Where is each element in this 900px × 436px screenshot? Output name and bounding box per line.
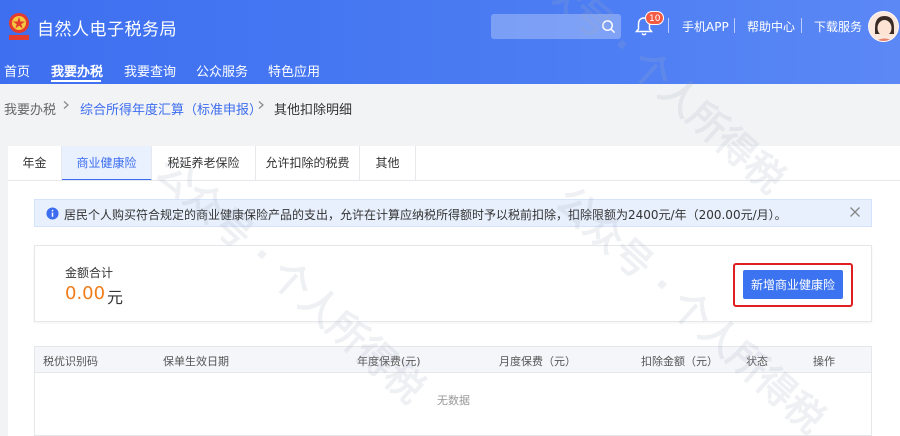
tab-pension-insurance[interactable]: 税延养老保险 xyxy=(152,146,256,181)
nav-active-indicator xyxy=(51,80,101,82)
tab-deductible-taxes[interactable]: 允许扣除的税费 xyxy=(256,146,360,181)
empty-state-text: 无数据 xyxy=(437,394,470,407)
tab-annuity[interactable]: 年金 xyxy=(8,146,62,181)
info-icon xyxy=(46,207,59,220)
nav-home[interactable]: 首页 xyxy=(4,61,30,80)
breadcrumb-item[interactable]: 我要办税 xyxy=(4,99,56,118)
add-health-insurance-button[interactable]: 新增商业健康险 xyxy=(743,270,843,299)
total-unit: 元 xyxy=(107,288,124,307)
search-input[interactable] xyxy=(491,14,621,39)
notice-text: 居民个人购买符合规定的商业健康保险产品的支出，允许在计算应纳税所得额时予以税前扣… xyxy=(64,208,787,222)
search-icon[interactable] xyxy=(601,19,616,34)
mobile-app-link[interactable]: 手机APP xyxy=(682,18,729,35)
breadcrumb-current: 其他扣除明细 xyxy=(274,103,353,118)
tab-health-insurance[interactable]: 商业健康险 xyxy=(62,146,152,181)
help-center-link[interactable]: 帮助中心 xyxy=(747,18,795,35)
app-title: 自然人电子税务局 xyxy=(37,20,177,40)
nav-query[interactable]: 我要查询 xyxy=(124,61,176,80)
chevron-right-icon xyxy=(258,101,264,109)
column-header: 状态 xyxy=(746,355,768,368)
column-header: 扣除金额（元） xyxy=(641,355,718,368)
notification-badge: 10 xyxy=(645,11,665,25)
column-header: 操作 xyxy=(813,355,835,368)
download-service-link[interactable]: 下载服务 xyxy=(814,18,862,35)
nav-public-service[interactable]: 公众服务 xyxy=(196,61,248,80)
total-amount: 0.00 xyxy=(65,283,106,304)
close-icon[interactable] xyxy=(849,206,861,218)
chevron-right-icon xyxy=(63,101,69,109)
header-divider xyxy=(801,18,802,33)
tabs-divider xyxy=(8,180,900,181)
column-header: 年度保费(元) xyxy=(357,355,421,368)
column-header: 保单生效日期 xyxy=(163,355,229,368)
tax-emblem-logo xyxy=(9,13,29,40)
column-header: 月度保费（元） xyxy=(499,355,576,368)
breadcrumb-item[interactable]: 综合所得年度汇算（标准申报） xyxy=(80,99,262,118)
column-header: 税优识别码 xyxy=(43,355,98,368)
total-label: 金额合计 xyxy=(65,266,114,280)
header-divider xyxy=(734,18,735,33)
user-avatar[interactable] xyxy=(868,11,899,42)
header-divider xyxy=(668,18,669,33)
nav-tax-handling[interactable]: 我要办税 xyxy=(51,61,103,80)
tab-other[interactable]: 其他 xyxy=(360,146,416,181)
nav-featured-apps[interactable]: 特色应用 xyxy=(268,61,320,80)
